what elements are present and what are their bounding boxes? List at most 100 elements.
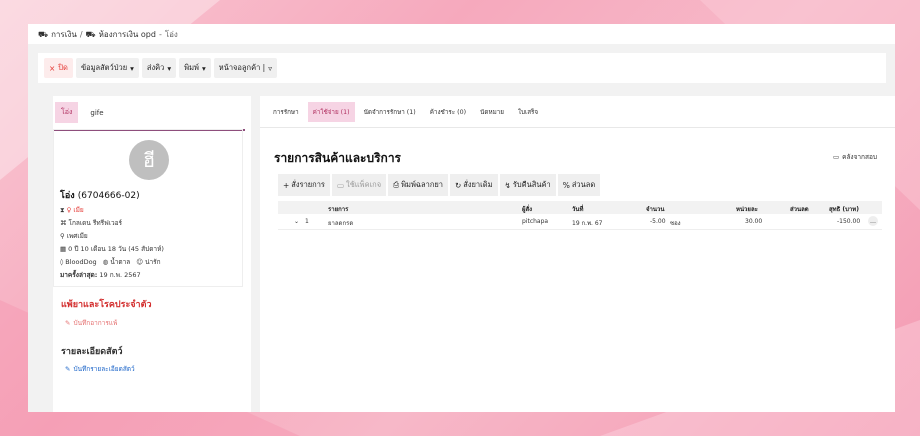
last-visit-label: มาครั้งล่าสุด: [60, 271, 98, 279]
female-icon: ♀ [66, 206, 72, 214]
breadcrumb-item-opd-room[interactable]: ห้องการเงิน opd [99, 28, 156, 41]
cashier-icon: ⛟ [38, 29, 49, 39]
row-item: ยาลดกรด [328, 220, 354, 227]
paw-icon: ⌘ [60, 219, 67, 227]
customer-screen-button[interactable]: หน้าจอลูกค้า | ▿ [213, 58, 277, 78]
billing-tabs: การรักษา ค่าใช้จ่าย (1) นัดจำการรักษา (1… [268, 102, 543, 122]
tag-blood: BloodDog [65, 258, 97, 266]
print-label: พิมพ์ [184, 63, 199, 72]
col-qty: จำนวน [646, 206, 665, 213]
col-date: วันที่ [572, 206, 584, 213]
close-label: ปิด [58, 63, 68, 72]
age-text: 0 ปี 10 เดือน 18 วัน (45 สัปดาห์) [68, 245, 164, 253]
close-icon: × [49, 63, 56, 73]
send-queue-button[interactable]: ส่งคิว ▾ [141, 58, 177, 78]
last-visit-date: 19 ก.พ. 2567 [99, 271, 141, 279]
chevron-down-icon: ▿ [268, 63, 272, 73]
record-detail-link[interactable]: ✎ บันทึกรายละเอียดสัตว์ [65, 364, 135, 374]
tag-character: น่ารัก [145, 258, 161, 266]
row-index: 1 [305, 218, 309, 225]
breadcrumb-current: โอ่ง [164, 30, 178, 39]
pet-code: (6704666-02) [77, 191, 140, 201]
table-header: รายการ ผู้สั่ง วันที่ จำนวน หน่วยละ ส่วน… [278, 201, 882, 214]
package-icon: ▭ [336, 180, 345, 190]
patient-tabs: โอ่ง gife [53, 96, 245, 131]
tab-appointments[interactable]: นัดหมาย [475, 102, 509, 122]
col-net: สุทธิ (บาท) [829, 206, 859, 213]
calendar-icon: ▦ [60, 245, 67, 253]
top-bar: ⛟ การเงิน / ⛟ ห้องการเงิน opd - โอ่ง [28, 24, 895, 44]
pet-detail-title: รายละเอียดสัตว์ [61, 347, 123, 357]
pet-name: โอ่ง (6704666-02) [60, 188, 140, 202]
row-ordered-by: pitchapa [522, 218, 549, 225]
toolbar: × ปิด ข้อมูลสัตว์ป่วย ▾ ส่งคิว ▾ พิมพ์ ▾… [38, 53, 886, 83]
use-package-button[interactable]: ▭ ใช้แพ็คเกจ [331, 174, 387, 196]
reorder-button[interactable]: ↻ สั่งยาเดิม [450, 174, 498, 196]
printer-icon: ⎙ [393, 180, 400, 189]
order-item-button[interactable]: + สั่งรายการ [278, 174, 330, 196]
order-item-label: สั่งรายการ [291, 180, 325, 189]
cashier-icon: ⛟ [85, 29, 96, 39]
tab-treatment-appointment[interactable]: นัดจำการรักษา (1) [359, 102, 421, 122]
tab-receipts[interactable]: ใบเสร็จ [513, 102, 543, 122]
row-unit: ซอง [670, 220, 681, 227]
tab-pet-gife[interactable]: gife [84, 104, 109, 122]
hourglass-icon: ⧗ [60, 205, 65, 214]
record-allergy-label: บันทึกอาการแพ้ [73, 319, 118, 327]
history-icon: ↻ [455, 180, 462, 190]
status-line: ⧗ ♀ เมีย [60, 205, 84, 215]
use-package-label: ใช้แพ็คเกจ [346, 180, 382, 189]
pet-name-text: โอ่ง [60, 191, 75, 201]
page-title: รายการสินค้าและบริการ [274, 151, 402, 165]
close-button[interactable]: × ปิด [44, 58, 73, 78]
tab-outstanding[interactable]: ค้างชำระ (0) [425, 102, 471, 122]
discount-label: ส่วนลด [571, 180, 596, 189]
print-label-button[interactable]: ⎙ พิมพ์ฉลากยา [388, 174, 448, 196]
gender-line: ⚲ เพศเมีย [60, 231, 88, 241]
location-icon: ⚲ [60, 232, 65, 240]
compare-label: คลังจากสอบ [842, 153, 877, 161]
breadcrumb-separator: / [79, 30, 83, 39]
row-net: -150.00 [837, 218, 861, 225]
tab-expenses[interactable]: ค่าใช้จ่าย (1) [307, 102, 355, 122]
age-line: ▦ 0 ปี 10 เดือน 18 วัน (45 สัปดาห์) [60, 244, 164, 254]
breadcrumb-dash: - [158, 30, 162, 39]
col-discount: ส่วนลด [790, 206, 809, 213]
avatar: ฮี [129, 140, 169, 180]
tab-treatment[interactable]: การรักษา [268, 102, 304, 122]
return-item-label: รับคืนสินค้า [512, 180, 551, 189]
pencil-icon: ✎ [65, 319, 71, 327]
table-row[interactable]: ⌄ 1 ยาลดกรด pitchapa 19 ก.พ. 67 -5.00 ซอ… [278, 215, 882, 230]
discount-button[interactable]: % ส่วนลด [557, 174, 601, 196]
expand-icon[interactable]: ⌄ [294, 218, 299, 225]
tab-pet-oong[interactable]: โอ่ง [55, 102, 79, 123]
return-icon: ↯ [504, 180, 511, 190]
pet-info-label: ข้อมูลสัตว์ป่วย [80, 63, 128, 72]
pet-info-button[interactable]: ข้อมูลสัตว์ป่วย ▾ [75, 58, 139, 78]
reorder-label: สั่งยาเดิม [463, 180, 493, 189]
print-button[interactable]: พิมพ์ ▾ [179, 58, 211, 78]
compare-button[interactable]: ▭ คลังจากสอบ [833, 152, 877, 162]
inventory-icon: ▭ [832, 153, 840, 161]
app-window: ⛟ การเงิน / ⛟ ห้องการเงิน opd - โอ่ง × ป… [28, 24, 895, 412]
tabs-divider [260, 127, 895, 128]
breadcrumb-item-finance[interactable]: การเงิน [51, 28, 77, 41]
gender-text: เพศเมีย [66, 232, 88, 240]
row-date: 19 ก.พ. 67 [572, 220, 603, 227]
record-allergy-link[interactable]: ✎ บันทึกอาการแพ้ [65, 318, 117, 328]
col-ordered-by: ผู้สั่ง [522, 206, 533, 213]
breed-text: โกลเดน รีทรีฟเวอร์ [68, 219, 123, 227]
row-qty[interactable]: -5.00 [650, 218, 666, 225]
plus-icon: + [283, 180, 290, 190]
patient-card: ฮี โอ่ง (6704666-02) ⧗ ♀ เมีย ⌘ โกลเดน ร… [53, 129, 243, 287]
smile-icon: ☺ [136, 258, 144, 266]
return-item-button[interactable]: ↯ รับคืนสินค้า [499, 174, 556, 196]
pencil-icon: ✎ [65, 365, 71, 373]
chevron-down-icon: ▾ [130, 63, 134, 73]
col-unit-price: หน่วยละ [736, 206, 758, 213]
last-visit-line: มาครั้งล่าสุด: 19 ก.พ. 2567 [60, 270, 141, 280]
send-queue-label: ส่งคิว [146, 63, 165, 72]
allergy-title: แพ้ยาและโรคประจำตัว [61, 300, 152, 310]
more-options-icon[interactable]: … [868, 216, 878, 226]
breed-line: ⌘ โกลเดน รีทรีฟเวอร์ [60, 218, 122, 228]
